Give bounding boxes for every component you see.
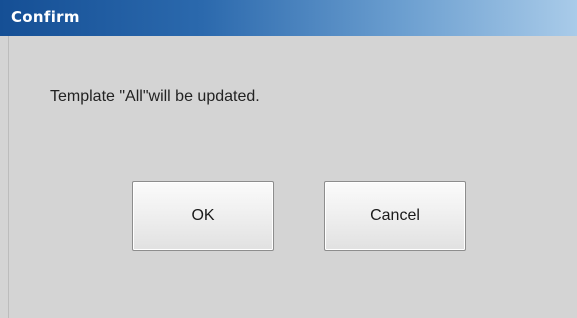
dialog-body: Template "All"will be updated. OK Cancel [8, 36, 577, 318]
title-bar[interactable]: Confirm [0, 0, 577, 36]
confirm-dialog: Confirm Template "All"will be updated. O… [0, 0, 577, 318]
cancel-button[interactable]: Cancel [324, 181, 466, 251]
confirm-message: Template "All"will be updated. [50, 88, 260, 105]
dialog-title: Confirm [11, 8, 80, 26]
ok-button[interactable]: OK [132, 181, 274, 251]
